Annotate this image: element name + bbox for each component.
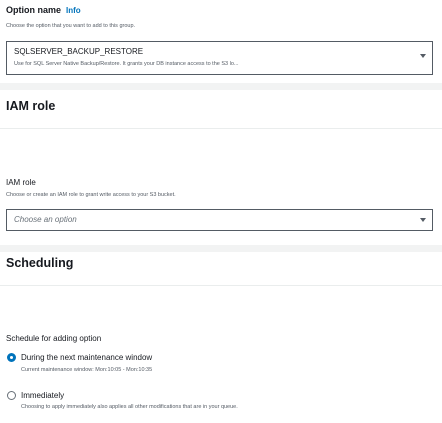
- iam-role-section-title: IAM role: [6, 99, 56, 113]
- info-link[interactable]: Info: [66, 6, 81, 15]
- caret-down-icon: [420, 54, 426, 58]
- section-divider: [0, 128, 442, 129]
- radio-desc-next-maintenance-window: Current maintenance window: Mon:10:05 - …: [21, 367, 153, 373]
- radio-label-immediately[interactable]: Immediately: [21, 391, 64, 400]
- option-name-select[interactable]: SQLSERVER_BACKUP_RESTORE Use for SQL Ser…: [6, 41, 433, 75]
- radio-immediately[interactable]: [7, 391, 16, 400]
- radio-label-next-maintenance-window[interactable]: During the next maintenance window: [21, 353, 152, 362]
- iam-role-placeholder: Choose an option: [14, 215, 77, 224]
- section-divider: [0, 285, 442, 286]
- iam-role-description: Choose or create an IAM role to grant wr…: [6, 192, 176, 198]
- scheduling-section-title: Scheduling: [6, 256, 74, 270]
- iam-role-label: IAM role: [6, 178, 36, 187]
- iam-role-section: IAM role IAM role Choose or create an IA…: [0, 90, 442, 245]
- option-name-selected-value: SQLSERVER_BACKUP_RESTORE: [14, 47, 144, 56]
- option-name-section: Option name Info Choose the option that y…: [0, 0, 442, 83]
- option-name-selected-description: Use for SQL Server Native Backup/Restore…: [14, 61, 239, 67]
- option-name-label-text: Option name: [6, 5, 62, 15]
- iam-role-select[interactable]: Choose an option: [6, 209, 433, 231]
- scheduling-section: Scheduling Schedule for adding option Du…: [0, 252, 442, 423]
- radio-desc-immediately: Choosing to apply immediately also appli…: [21, 404, 238, 410]
- schedule-label: Schedule for adding option: [6, 334, 102, 343]
- radio-next-maintenance-window[interactable]: [7, 353, 16, 362]
- caret-down-icon: [420, 218, 426, 222]
- option-name-description: Choose the option that you want to add t…: [6, 23, 136, 29]
- option-name-label: Option name Info: [6, 5, 81, 15]
